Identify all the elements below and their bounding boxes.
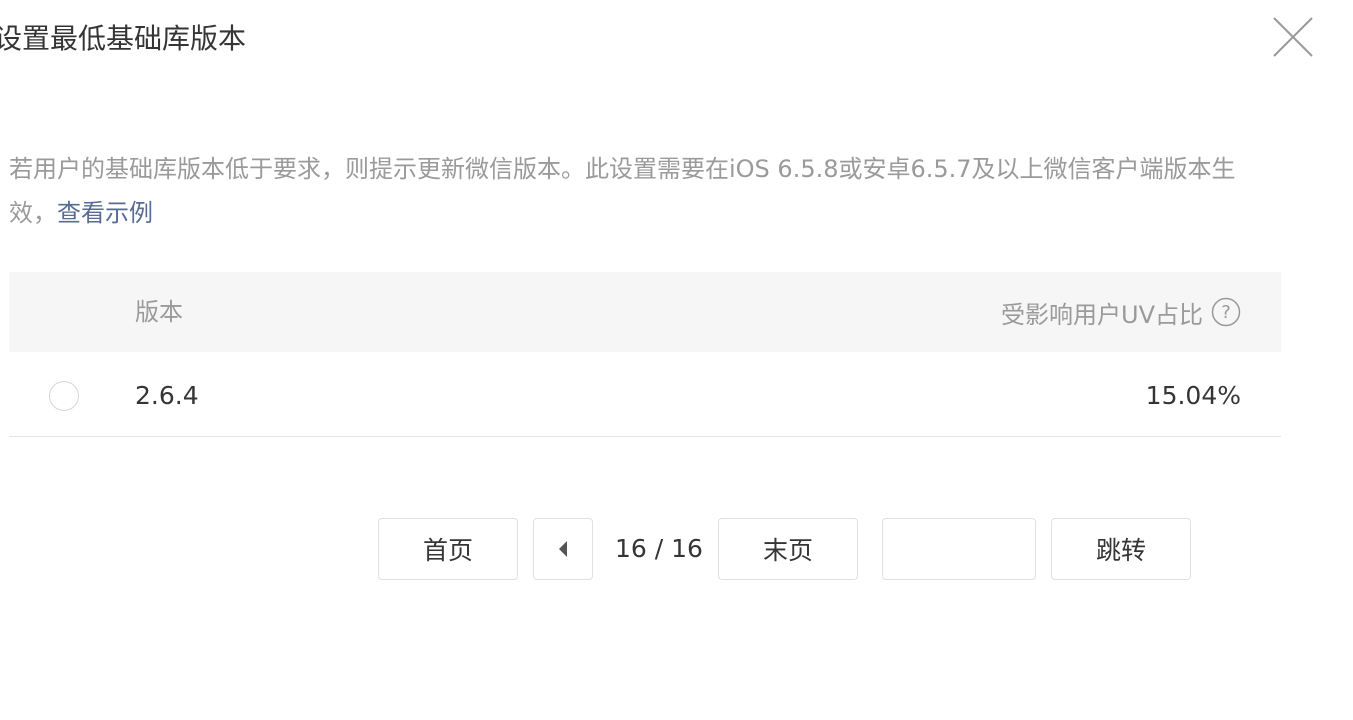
prev-page-button[interactable] (533, 518, 593, 580)
jump-page-input[interactable] (882, 518, 1036, 580)
view-example-link[interactable]: 查看示例 (57, 199, 153, 227)
jump-button[interactable]: 跳转 (1051, 518, 1191, 580)
cell-version: 2.6.4 (135, 381, 199, 410)
cell-uv-ratio: 15.04% (1145, 381, 1241, 410)
page-indicator: 16 / 16 (615, 534, 703, 563)
version-radio[interactable] (49, 381, 79, 411)
column-header-uv: 受影响用户UV占比 ? (1001, 272, 1241, 352)
close-icon (1273, 17, 1313, 57)
dialog-title: 设置最低基础库版本 (0, 22, 247, 55)
close-button[interactable] (1270, 14, 1316, 60)
table-header: 版本 受影响用户UV占比 ? (9, 272, 1281, 352)
svg-text:?: ? (1221, 302, 1231, 323)
last-page-button[interactable]: 末页 (718, 518, 858, 580)
column-header-uv-label: 受影响用户UV占比 (1001, 300, 1203, 329)
first-page-button[interactable]: 首页 (378, 518, 518, 580)
set-min-library-version-dialog: 设置最低基础库版本 若用户的基础库版本低于要求，则提示更新微信版本。此设置需要在… (0, 0, 1353, 720)
pagination: 首页 16 / 16 末页 跳转 (0, 518, 1353, 582)
description: 若用户的基础库版本低于要求，则提示更新微信版本。此设置需要在iOS 6.5.8或… (9, 147, 1279, 235)
caret-left-icon (559, 541, 567, 557)
description-text: 若用户的基础库版本低于要求，则提示更新微信版本。此设置需要在iOS 6.5.8或… (9, 155, 1236, 227)
table-row[interactable]: 2.6.4 15.04% (9, 352, 1281, 437)
question-circle-icon[interactable]: ? (1211, 297, 1241, 327)
version-table: 版本 受影响用户UV占比 ? 2.6.4 15.04% (9, 272, 1281, 437)
column-header-version: 版本 (135, 298, 183, 326)
